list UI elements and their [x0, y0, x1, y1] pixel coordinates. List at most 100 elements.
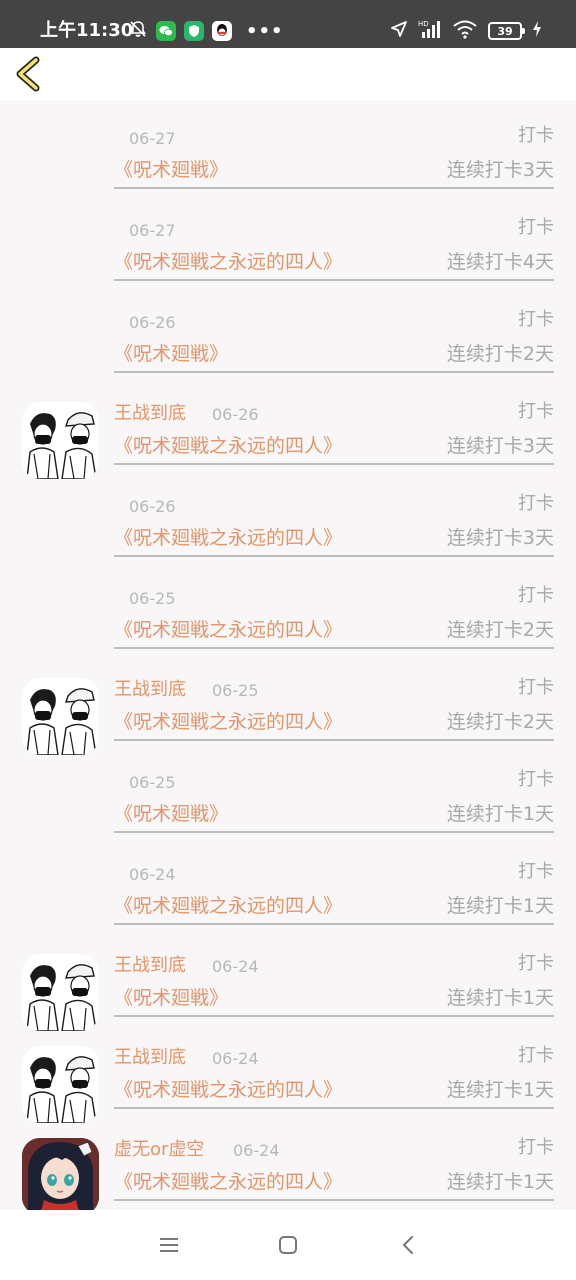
streak-count: 连续打卡3天 — [446, 527, 554, 549]
divider — [114, 1199, 554, 1201]
user-name[interactable]: 虚无or虚空 — [114, 1138, 204, 1162]
record-date: 06-26 — [129, 313, 176, 332]
checkin-label: 打卡 — [518, 125, 554, 146]
top-bar — [0, 48, 576, 100]
book-title[interactable]: 《呪术廻戦之永远的四人》 — [114, 893, 342, 919]
list-item[interactable]: 06-27 打卡 《呪术廻戦之永远的四人》 连续打卡4天 — [0, 192, 576, 284]
record-date: 06-24 — [129, 865, 176, 884]
divider — [114, 1015, 554, 1017]
checkin-label: 打卡 — [518, 217, 554, 238]
user-name[interactable]: 王战到底 — [114, 402, 186, 426]
home-square-icon — [279, 1236, 297, 1254]
book-title[interactable]: 《呪术廻戦之永远的四人》 — [114, 433, 342, 459]
list-item[interactable]: 06-25 打卡 《呪术廻戦》 连续打卡1天 — [0, 744, 576, 836]
divider — [114, 739, 554, 741]
status-time: 上午11:30 — [40, 20, 134, 41]
streak-count: 连续打卡1天 — [446, 1079, 554, 1101]
status-notifications: ••• — [128, 20, 284, 42]
checkin-label: 打卡 — [518, 677, 554, 698]
streak-count: 连续打卡1天 — [446, 803, 554, 825]
back-arrow-icon — [16, 56, 40, 92]
streak-count: 连续打卡1天 — [446, 895, 554, 917]
list-item[interactable]: 06-24 打卡 《呪术廻戦之永远的四人》 连续打卡1天 — [0, 836, 576, 928]
streak-count: 连续打卡1天 — [446, 1171, 554, 1193]
record-date: 06-25 — [129, 773, 176, 792]
status-bar: 上午11:30 ••• HD 39 — [0, 0, 576, 48]
divider — [114, 463, 554, 465]
record-date: 06-24 — [233, 1141, 280, 1160]
book-title[interactable]: 《呪术廻戦》 — [114, 341, 228, 367]
checkin-label: 打卡 — [518, 1137, 554, 1158]
record-date: 06-25 — [129, 589, 176, 608]
divider — [114, 555, 554, 557]
qq-icon — [212, 21, 232, 41]
user-name[interactable]: 王战到底 — [114, 1046, 186, 1070]
checkin-label: 打卡 — [518, 585, 554, 606]
list-item[interactable]: 王战到底 06-24 打卡 《呪术廻戦之永远的四人》 连续打卡1天 — [0, 1020, 576, 1123]
divider — [114, 187, 554, 189]
record-date: 06-24 — [212, 1049, 259, 1068]
divider — [114, 1107, 554, 1109]
list-item[interactable]: 06-26 打卡 《呪术廻戦》 连续打卡2天 — [0, 284, 576, 376]
book-title[interactable]: 《呪术廻戦之永远的四人》 — [114, 1169, 342, 1195]
signal-icon: HD — [418, 19, 442, 43]
list-item[interactable]: 06-25 打卡 《呪术廻戦之永远的四人》 连续打卡2天 — [0, 560, 576, 652]
book-title[interactable]: 《呪术廻戦》 — [114, 157, 228, 183]
status-system-icons: HD 39 — [390, 18, 542, 44]
streak-count: 连续打卡2天 — [446, 619, 554, 641]
battery-level: 39 — [497, 24, 513, 38]
battery-icon: 39 — [488, 22, 525, 40]
streak-count: 连续打卡3天 — [446, 435, 554, 457]
streak-count: 连续打卡4天 — [446, 251, 554, 273]
wechat-icon — [156, 21, 176, 41]
book-title[interactable]: 《呪术廻戦》 — [114, 801, 228, 827]
divider — [114, 923, 554, 925]
system-back-button[interactable] — [393, 1230, 423, 1260]
record-date: 06-24 — [212, 957, 259, 976]
checkin-label: 打卡 — [518, 861, 554, 882]
record-date: 06-26 — [212, 405, 259, 424]
back-chevron-icon — [403, 1236, 413, 1254]
user-name[interactable]: 王战到底 — [114, 954, 186, 978]
wifi-icon — [452, 19, 478, 43]
user-name[interactable]: 王战到底 — [114, 678, 186, 702]
record-date: 06-26 — [129, 497, 176, 516]
anime-girl-avatar-icon — [22, 1138, 99, 1215]
list-item[interactable]: 06-27 打卡 《呪术廻戦》 连续打卡3天 — [0, 100, 576, 192]
checkin-label: 打卡 — [518, 1045, 554, 1066]
system-nav-bar — [0, 1210, 576, 1280]
divider — [114, 647, 554, 649]
streak-count: 连续打卡2天 — [446, 711, 554, 733]
svg-text:HD: HD — [418, 20, 429, 28]
more-icon: ••• — [246, 20, 284, 42]
checkin-label: 打卡 — [518, 493, 554, 514]
divider — [114, 279, 554, 281]
menu-button[interactable] — [154, 1230, 184, 1260]
book-title[interactable]: 《呪术廻戦之永远的四人》 — [114, 249, 342, 275]
record-date: 06-25 — [212, 681, 259, 700]
book-title[interactable]: 《呪术廻戦》 — [114, 985, 228, 1011]
streak-count: 连续打卡1天 — [446, 987, 554, 1009]
list-item[interactable]: 06-26 打卡 《呪术廻戦之永远的四人》 连续打卡3天 — [0, 468, 576, 560]
checkin-label: 打卡 — [518, 401, 554, 422]
record-date: 06-27 — [129, 129, 176, 148]
checkin-label: 打卡 — [518, 309, 554, 330]
book-title[interactable]: 《呪术廻戦之永远的四人》 — [114, 1077, 342, 1103]
list-item[interactable]: 虚无or虚空 06-24 打卡 《呪术廻戦之永远的四人》 连续打卡1天 — [0, 1112, 576, 1215]
charging-icon — [532, 20, 542, 42]
book-title[interactable]: 《呪术廻戦之永远的四人》 — [114, 525, 342, 551]
record-date: 06-27 — [129, 221, 176, 240]
menu-icon — [160, 1238, 178, 1252]
list-item[interactable]: 王战到底 06-26 打卡 《呪术廻戦之永远的四人》 连续打卡3天 — [0, 376, 576, 479]
shield-icon — [184, 21, 204, 41]
checkin-label: 打卡 — [518, 769, 554, 790]
back-button[interactable] — [10, 54, 50, 94]
book-title[interactable]: 《呪术廻戦之永远的四人》 — [114, 709, 342, 735]
book-title[interactable]: 《呪术廻戦之永远的四人》 — [114, 617, 342, 643]
list-item[interactable]: 王战到底 06-24 打卡 《呪术廻戦》 连续打卡1天 — [0, 928, 576, 1031]
list-item[interactable]: 王战到底 06-25 打卡 《呪术廻戦之永远的四人》 连续打卡2天 — [0, 652, 576, 755]
checkin-label: 打卡 — [518, 953, 554, 974]
home-button[interactable] — [273, 1230, 303, 1260]
divider — [114, 831, 554, 833]
avatar[interactable] — [22, 1138, 99, 1215]
